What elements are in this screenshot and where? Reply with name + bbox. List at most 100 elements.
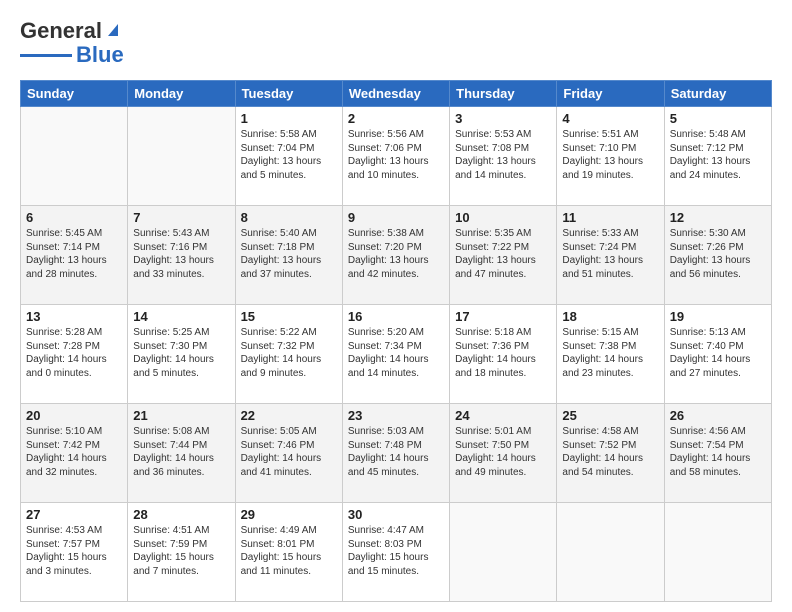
logo: General Blue — [20, 18, 124, 68]
calendar-cell: 12 Sunrise: 5:30 AM Sunset: 7:26 PM Dayli… — [664, 206, 771, 305]
calendar-cell: 23Sunrise: 5:03 AM Sunset: 7:48 PM Dayli… — [342, 404, 449, 503]
calendar-cell — [450, 503, 557, 602]
day-info: Sunrise: 4:56 AM Sunset: 7:54 PM Dayligh… — [670, 425, 766, 479]
calendar-table: SundayMondayTuesdayWednesdayThursdayFrid… — [20, 80, 772, 602]
logo-general: General — [20, 18, 102, 44]
day-info: Sunrise: 5:51 AM Sunset: 7:10 PM Dayligh… — [562, 128, 658, 182]
calendar-cell — [664, 503, 771, 602]
day-number: 30 — [348, 507, 444, 522]
day-info: Sunrise: 5:56 AM Sunset: 7:06 PM Dayligh… — [348, 128, 444, 182]
day-number: 12 — [670, 210, 766, 225]
calendar-cell: 25 Sunrise: 4:58 AM Sunset: 7:52 PM Dayli… — [557, 404, 664, 503]
day-number: 11 — [562, 210, 658, 225]
calendar-cell: 26 Sunrise: 4:56 AM Sunset: 7:54 PM Dayli… — [664, 404, 771, 503]
day-info: Sunrise: 4:51 AM Sunset: 7:59 PM Dayligh… — [133, 524, 229, 578]
calendar-cell: 10 Sunrise: 5:35 AM Sunset: 7:22 PM Dayli… — [450, 206, 557, 305]
day-info: Sunrise: 5:18 AM Sunset: 7:36 PM Dayligh… — [455, 326, 551, 380]
day-info: Sunrise: 5:43 AM Sunset: 7:16 PM Dayligh… — [133, 227, 229, 281]
day-info: Sunrise: 5:03 AM Sunset: 7:48 PM Dayligh… — [348, 425, 444, 479]
day-info: Sunrise: 5:15 AM Sunset: 7:38 PM Dayligh… — [562, 326, 658, 380]
day-info: Sunrise: 4:53 AM Sunset: 7:57 PM Dayligh… — [26, 524, 122, 578]
day-number: 24 — [455, 408, 551, 423]
logo-icon — [104, 20, 122, 38]
day-number: 26 — [670, 408, 766, 423]
day-info: Sunrise: 5:28 AM Sunset: 7:28 PM Dayligh… — [26, 326, 122, 380]
day-number: 28 — [133, 507, 229, 522]
calendar-cell: 4 Sunrise: 5:51 AM Sunset: 7:10 PM Daylig… — [557, 107, 664, 206]
day-number: 14 — [133, 309, 229, 324]
calendar-cell: 5 Sunrise: 5:48 AM Sunset: 7:12 PM Daylig… — [664, 107, 771, 206]
weekday-header: Wednesday — [342, 81, 449, 107]
day-number: 17 — [455, 309, 551, 324]
weekday-header: Sunday — [21, 81, 128, 107]
day-number: 10 — [455, 210, 551, 225]
day-number: 2 — [348, 111, 444, 126]
day-info: Sunrise: 5:05 AM Sunset: 7:46 PM Dayligh… — [241, 425, 337, 479]
day-number: 15 — [241, 309, 337, 324]
calendar-cell: 18 Sunrise: 5:15 AM Sunset: 7:38 PM Dayli… — [557, 305, 664, 404]
day-info: Sunrise: 5:10 AM Sunset: 7:42 PM Dayligh… — [26, 425, 122, 479]
weekday-header: Saturday — [664, 81, 771, 107]
day-number: 22 — [241, 408, 337, 423]
calendar-cell: 30 Sunrise: 4:47 AM Sunset: 8:03 PM Dayli… — [342, 503, 449, 602]
calendar-cell: 16 Sunrise: 5:20 AM Sunset: 7:34 PM Dayli… — [342, 305, 449, 404]
calendar-week-row: 27 Sunrise: 4:53 AM Sunset: 7:57 PM Dayli… — [21, 503, 772, 602]
calendar-cell: 11 Sunrise: 5:33 AM Sunset: 7:24 PM Dayli… — [557, 206, 664, 305]
day-info: Sunrise: 4:58 AM Sunset: 7:52 PM Dayligh… — [562, 425, 658, 479]
day-info: Sunrise: 5:30 AM Sunset: 7:26 PM Dayligh… — [670, 227, 766, 281]
day-info: Sunrise: 5:53 AM Sunset: 7:08 PM Dayligh… — [455, 128, 551, 182]
calendar-cell: 6Sunrise: 5:45 AM Sunset: 7:14 PM Daylig… — [21, 206, 128, 305]
day-number: 9 — [348, 210, 444, 225]
calendar-cell — [128, 107, 235, 206]
header: General Blue — [20, 18, 772, 68]
calendar-cell — [557, 503, 664, 602]
calendar-cell: 9 Sunrise: 5:38 AM Sunset: 7:20 PM Daylig… — [342, 206, 449, 305]
day-number: 5 — [670, 111, 766, 126]
day-number: 4 — [562, 111, 658, 126]
calendar-cell: 27 Sunrise: 4:53 AM Sunset: 7:57 PM Dayli… — [21, 503, 128, 602]
logo-underline — [20, 54, 72, 57]
day-info: Sunrise: 5:13 AM Sunset: 7:40 PM Dayligh… — [670, 326, 766, 380]
calendar-cell: 2 Sunrise: 5:56 AM Sunset: 7:06 PM Daylig… — [342, 107, 449, 206]
calendar-cell — [21, 107, 128, 206]
day-number: 25 — [562, 408, 658, 423]
day-info: Sunrise: 5:08 AM Sunset: 7:44 PM Dayligh… — [133, 425, 229, 479]
calendar-cell: 1Sunrise: 5:58 AM Sunset: 7:04 PM Daylig… — [235, 107, 342, 206]
calendar-cell: 15 Sunrise: 5:22 AM Sunset: 7:32 PM Dayli… — [235, 305, 342, 404]
calendar-cell: 7 Sunrise: 5:43 AM Sunset: 7:16 PM Daylig… — [128, 206, 235, 305]
day-info: Sunrise: 5:38 AM Sunset: 7:20 PM Dayligh… — [348, 227, 444, 281]
calendar-week-row: 13 Sunrise: 5:28 AM Sunset: 7:28 PM Dayli… — [21, 305, 772, 404]
calendar-cell: 22 Sunrise: 5:05 AM Sunset: 7:46 PM Dayli… — [235, 404, 342, 503]
day-number: 8 — [241, 210, 337, 225]
day-number: 20 — [26, 408, 122, 423]
day-number: 18 — [562, 309, 658, 324]
day-info: Sunrise: 5:48 AM Sunset: 7:12 PM Dayligh… — [670, 128, 766, 182]
day-info: Sunrise: 5:35 AM Sunset: 7:22 PM Dayligh… — [455, 227, 551, 281]
day-info: Sunrise: 4:47 AM Sunset: 8:03 PM Dayligh… — [348, 524, 444, 578]
day-info: Sunrise: 5:20 AM Sunset: 7:34 PM Dayligh… — [348, 326, 444, 380]
day-number: 1 — [241, 111, 337, 126]
weekday-header: Thursday — [450, 81, 557, 107]
day-number: 19 — [670, 309, 766, 324]
calendar-header-row: SundayMondayTuesdayWednesdayThursdayFrid… — [21, 81, 772, 107]
weekday-header: Friday — [557, 81, 664, 107]
page: General Blue SundayMondayTuesdayWednesda… — [0, 0, 792, 612]
day-number: 7 — [133, 210, 229, 225]
day-number: 13 — [26, 309, 122, 324]
calendar-cell: 17 Sunrise: 5:18 AM Sunset: 7:36 PM Dayli… — [450, 305, 557, 404]
day-info: Sunrise: 5:25 AM Sunset: 7:30 PM Dayligh… — [133, 326, 229, 380]
day-info: Sunrise: 5:45 AM Sunset: 7:14 PM Dayligh… — [26, 227, 122, 281]
calendar-cell: 24Sunrise: 5:01 AM Sunset: 7:50 PM Dayli… — [450, 404, 557, 503]
calendar-cell: 29Sunrise: 4:49 AM Sunset: 8:01 PM Dayli… — [235, 503, 342, 602]
weekday-header: Tuesday — [235, 81, 342, 107]
day-info: Sunrise: 5:33 AM Sunset: 7:24 PM Dayligh… — [562, 227, 658, 281]
weekday-header: Monday — [128, 81, 235, 107]
calendar-week-row: 20 Sunrise: 5:10 AM Sunset: 7:42 PM Dayli… — [21, 404, 772, 503]
day-number: 27 — [26, 507, 122, 522]
day-info: Sunrise: 5:22 AM Sunset: 7:32 PM Dayligh… — [241, 326, 337, 380]
day-number: 16 — [348, 309, 444, 324]
logo-blue: Blue — [76, 42, 124, 68]
calendar-cell: 8Sunrise: 5:40 AM Sunset: 7:18 PM Daylig… — [235, 206, 342, 305]
calendar-cell: 13 Sunrise: 5:28 AM Sunset: 7:28 PM Dayli… — [21, 305, 128, 404]
calendar-cell: 3Sunrise: 5:53 AM Sunset: 7:08 PM Daylig… — [450, 107, 557, 206]
